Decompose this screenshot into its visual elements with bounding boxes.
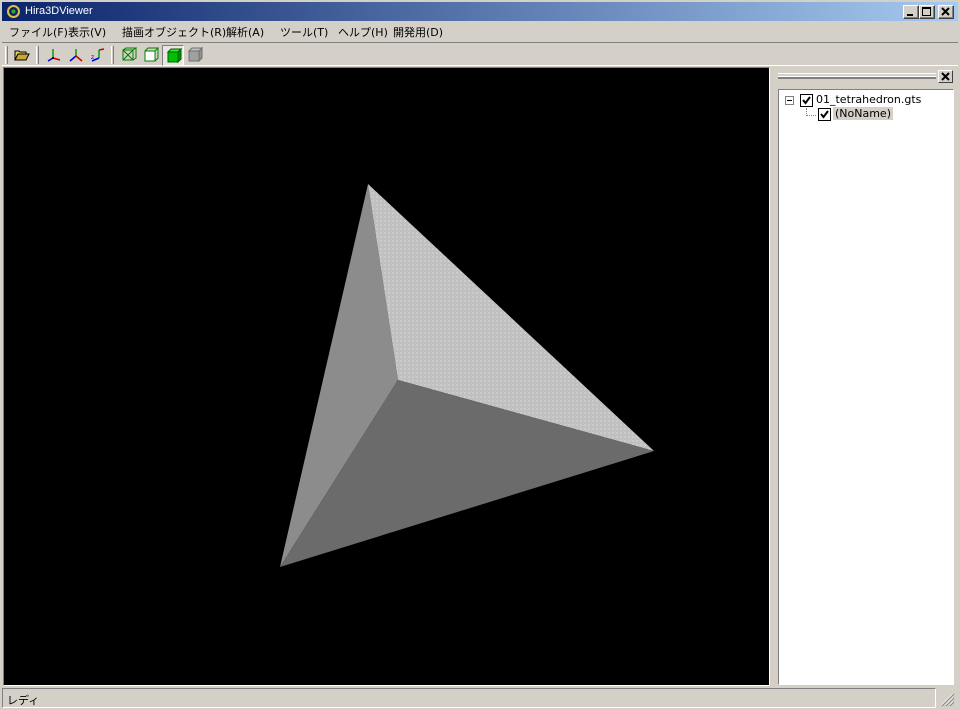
close-icon — [941, 72, 950, 81]
tree-item-checkbox[interactable] — [800, 94, 813, 107]
view-zx-button[interactable]: z — [87, 45, 109, 66]
status-text: レディ — [7, 694, 40, 707]
hidden-line-button[interactable] — [140, 45, 162, 66]
close-icon — [941, 7, 950, 16]
object-tree-panel: 01_tetrahedron.gts (NoName) — [774, 67, 958, 686]
open-file-button[interactable] — [11, 45, 33, 66]
checkmark-icon — [802, 96, 811, 105]
tree-collapse-toggle[interactable] — [785, 96, 794, 105]
open-folder-icon — [14, 50, 30, 61]
menu-file[interactable]: ファイル(F) — [9, 24, 68, 40]
object-tree[interactable]: 01_tetrahedron.gts (NoName) — [778, 89, 954, 685]
view-zx-axis-icon: z — [91, 48, 105, 62]
toolbar: z — [2, 42, 958, 66]
hidden-line-icon — [144, 47, 159, 62]
view-xy-button[interactable] — [43, 45, 65, 66]
app-icon — [7, 5, 20, 18]
menu-analysis[interactable]: 解析(A) — [226, 24, 264, 40]
svg-text:z: z — [91, 54, 94, 61]
status-bar: レディ — [2, 688, 958, 708]
tree-item-object[interactable]: (NoName) — [833, 107, 893, 120]
tree-item-file[interactable]: 01_tetrahedron.gts — [816, 93, 921, 106]
toolbar-separator — [36, 46, 39, 64]
shaded-button[interactable] — [162, 45, 184, 66]
minimize-button[interactable] — [903, 5, 919, 19]
main-window: Hira3DViewer ファイル(F) 表示(V) 描画オブジェクト(R) 解… — [0, 0, 960, 710]
tree-item-checkbox[interactable] — [818, 108, 831, 121]
maximize-button[interactable] — [919, 5, 935, 19]
window-title: Hira3DViewer — [25, 5, 93, 17]
toolbar-grip[interactable] — [5, 46, 8, 64]
tetrahedron-model — [280, 184, 654, 567]
status-pane: レディ — [2, 688, 936, 708]
menu-view[interactable]: 表示(V) — [68, 24, 106, 40]
close-button[interactable] — [938, 5, 954, 19]
panel-close-button[interactable] — [938, 70, 953, 83]
menu-tools[interactable]: ツール(T) — [280, 24, 328, 40]
wireframe-icon — [122, 47, 137, 61]
menu-bar: ファイル(F) 表示(V) 描画オブジェクト(R) 解析(A) ツール(T) ヘ… — [2, 21, 958, 40]
view-yz-button[interactable] — [65, 45, 87, 66]
checkmark-icon — [820, 110, 829, 119]
minimize-icon — [907, 14, 913, 16]
wireframe-button[interactable] — [118, 45, 140, 66]
shaded-solid-icon — [166, 48, 182, 64]
maximize-icon — [922, 7, 931, 16]
toolbar-separator — [111, 46, 114, 64]
shaded-disabled-button[interactable] — [184, 45, 206, 66]
3d-viewport[interactable] — [3, 67, 770, 686]
resize-grip-icon[interactable] — [939, 691, 955, 707]
menu-draw-objects[interactable]: 描画オブジェクト(R) — [122, 24, 226, 40]
panel-grip[interactable] — [778, 73, 936, 79]
view-yz-axis-icon — [69, 49, 83, 62]
view-xy-axis-icon — [47, 49, 61, 62]
menu-help[interactable]: ヘルプ(H) — [338, 24, 388, 40]
menu-development[interactable]: 開発用(D) — [393, 24, 443, 40]
title-bar[interactable]: Hira3DViewer — [2, 2, 958, 21]
shaded-disabled-icon — [187, 47, 203, 63]
